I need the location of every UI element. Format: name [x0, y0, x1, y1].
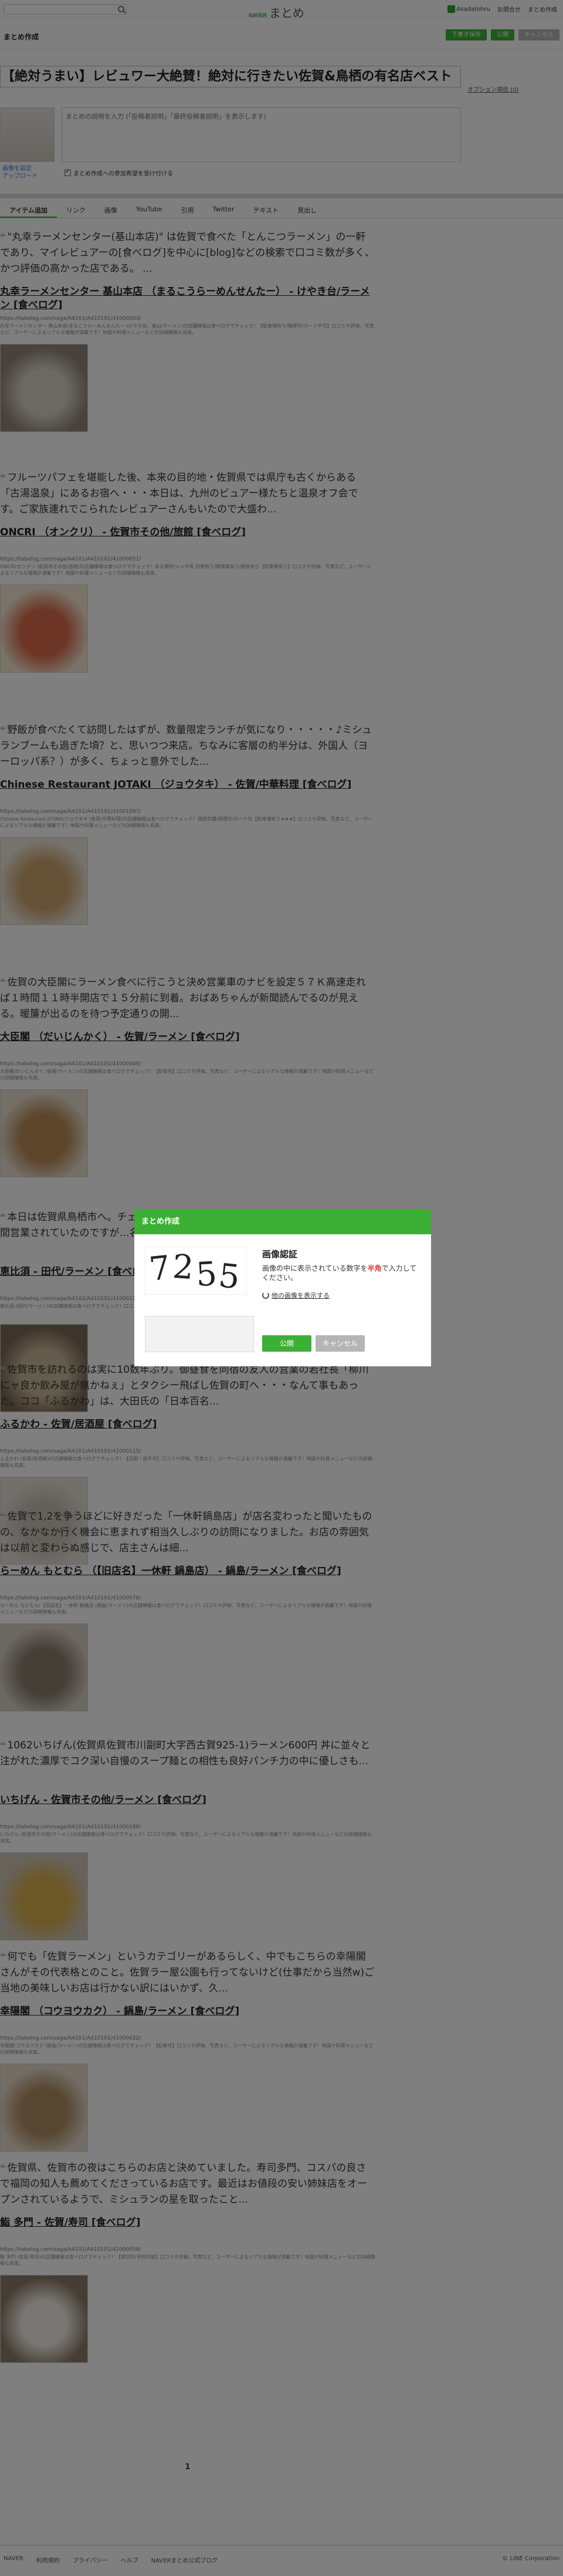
- instruction-pre: 画像の中に表示されている数字を: [262, 1264, 368, 1272]
- refresh-captcha-link[interactable]: 他の画像を表示する: [262, 1291, 330, 1300]
- captcha-digit: 5: [216, 1256, 244, 1297]
- submit-button[interactable]: 公開: [262, 1335, 311, 1352]
- captcha-dialog: まとめ作成 7255 画像認証 画像の中に表示されている数字を半角で入力してくだ…: [134, 1209, 431, 1366]
- captcha-title: 画像認証: [262, 1249, 298, 1260]
- captcha-info: 画像認証 画像の中に表示されている数字を半角で入力してください。: [262, 1248, 420, 1282]
- dialog-cancel-button[interactable]: キャンセル: [316, 1335, 365, 1352]
- page: NAVER まとめ Asadatohru お問合せ まとめ作成 まとめ作成 下書…: [0, 0, 563, 2576]
- dialog-buttons: 公開 キャンセル: [262, 1335, 365, 1352]
- dialog-header: まとめ作成: [134, 1209, 431, 1234]
- instruction-halfwidth: 半角: [367, 1264, 382, 1272]
- refresh-icon: [262, 1292, 269, 1299]
- captcha-digit: 7: [147, 1248, 175, 1289]
- captcha-digit: 2: [171, 1247, 198, 1287]
- captcha-answer-box[interactable]: [145, 1316, 254, 1352]
- captcha-answer-input[interactable]: [145, 1316, 253, 1352]
- refresh-label: 他の画像を表示する: [272, 1292, 330, 1299]
- captcha-instruction: 画像の中に表示されている数字を半角で入力してください。: [262, 1264, 420, 1282]
- captcha-digit: 5: [195, 1254, 221, 1294]
- captcha-digits: 7255: [147, 1247, 244, 1297]
- captcha-image: 7255: [145, 1247, 247, 1297]
